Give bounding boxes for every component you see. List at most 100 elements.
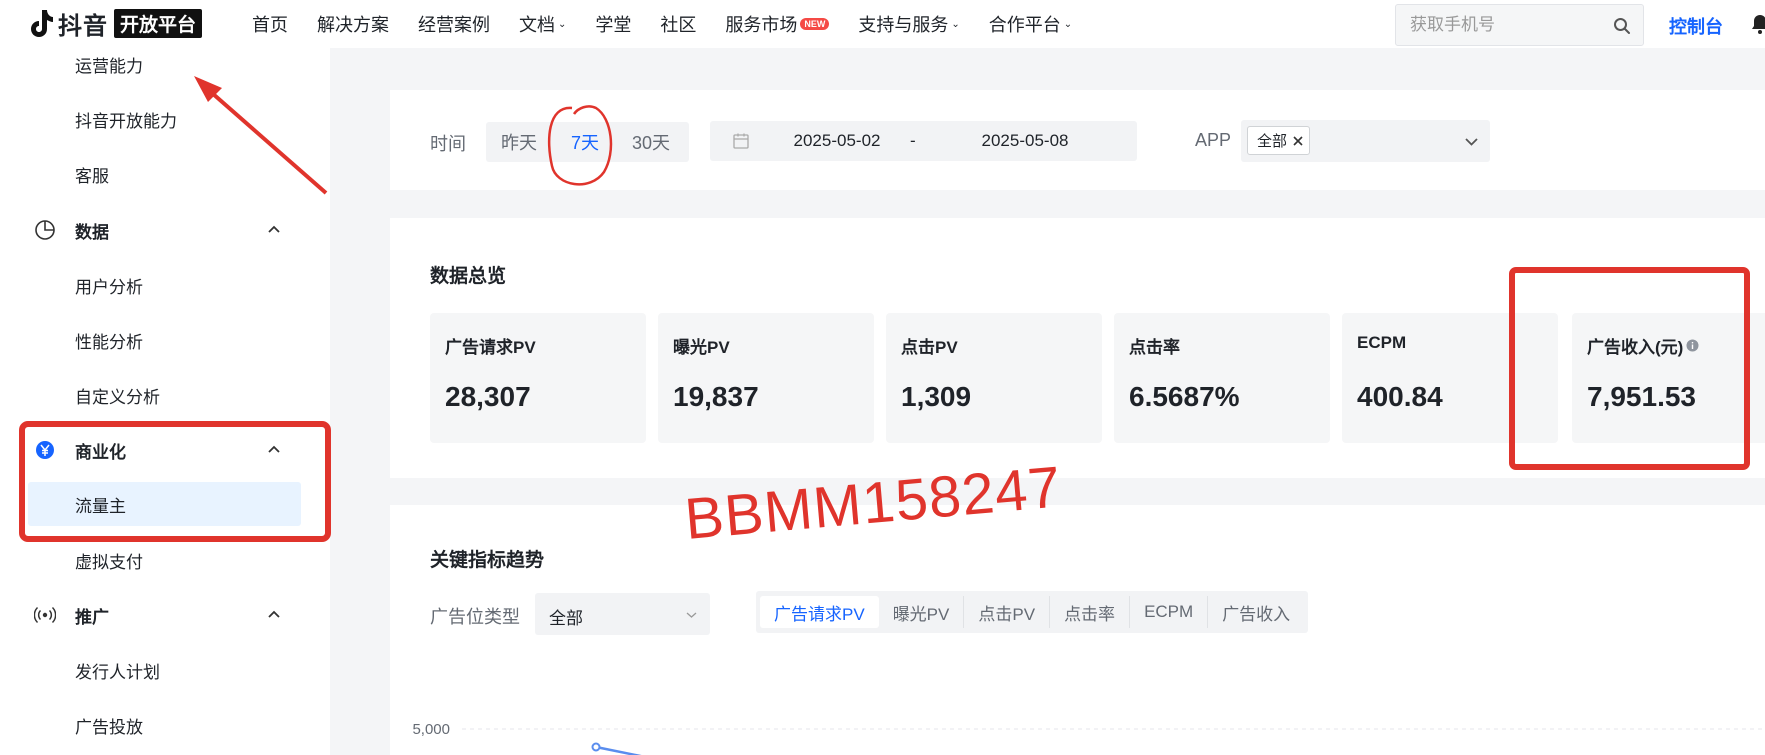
- nav-market[interactable]: 服务市场 NEW: [725, 11, 830, 37]
- metric-value: 1,309: [901, 381, 972, 412]
- sidebar-group-monetization[interactable]: 商业化: [0, 428, 330, 472]
- nav-label: 首页: [252, 15, 288, 35]
- sidebar-item-label: 性能分析: [75, 332, 143, 352]
- sidebar-item-operation[interactable]: 运营能力: [0, 48, 330, 86]
- date-range-picker[interactable]: 2025-05-02 - 2025-05-08: [710, 121, 1137, 161]
- metric-label-text: 点击率: [1129, 338, 1180, 357]
- tab-impressions[interactable]: 曝光PV: [879, 596, 965, 628]
- sidebar-item-label: 用户分析: [75, 277, 143, 297]
- nav-support[interactable]: 支持与服务 ⌄: [858, 11, 959, 37]
- sidebar-item-publisher-plan[interactable]: 发行人计划: [0, 648, 330, 692]
- time-segment: 昨天 7天 30天: [486, 122, 689, 162]
- date-separator: -: [910, 131, 916, 150]
- time-label: 时间: [430, 134, 466, 154]
- info-icon[interactable]: [1686, 339, 1699, 352]
- sidebar-item-custom-analysis[interactable]: 自定义分析: [0, 373, 330, 417]
- sidebar-group-label: 商业化: [75, 442, 126, 462]
- metric-label-text: ECPM: [1357, 333, 1407, 352]
- sidebar-group-label: 推广: [75, 607, 109, 627]
- tab-clicks[interactable]: 点击PV: [964, 596, 1051, 628]
- metric-card-ctr: 点击率 6.5687%: [1114, 313, 1330, 443]
- sidebar-item-traffic-owner[interactable]: 流量主: [28, 482, 301, 526]
- broadcast-icon: [34, 606, 56, 624]
- tab-ctr[interactable]: 点击率: [1050, 596, 1131, 628]
- position-type-select[interactable]: 全部: [535, 593, 710, 635]
- time-option-30d[interactable]: 30天: [618, 129, 684, 155]
- logo-text: 抖音: [58, 12, 108, 40]
- nav-docs[interactable]: 文档 ⌄: [519, 11, 566, 37]
- metric-value: 400.84: [1357, 381, 1443, 412]
- sidebar-item-label: 自定义分析: [75, 387, 160, 407]
- time-option-yesterday[interactable]: 昨天: [486, 129, 552, 155]
- nav-solutions[interactable]: 解决方案: [317, 11, 389, 37]
- search-icon[interactable]: [1613, 17, 1631, 35]
- metric-label: 广告收入(元): [1587, 333, 1699, 358]
- metric-value: 19,837: [673, 381, 759, 412]
- sidebar-item-customer-service[interactable]: 客服: [0, 152, 330, 196]
- douyin-logo[interactable]: 抖音 开放平台: [26, 8, 203, 40]
- app-label: APP: [1195, 130, 1232, 150]
- metric-card-impressions: 曝光PV 19,837: [658, 313, 874, 443]
- search-box: [1395, 4, 1644, 46]
- nav-cases[interactable]: 经营案例: [418, 11, 490, 37]
- chevron-down-icon: [1465, 138, 1478, 146]
- chevron-down-icon: [686, 612, 697, 618]
- position-type-value: 全部: [549, 609, 583, 628]
- chevron-up-icon: [268, 610, 280, 618]
- time-option-7d[interactable]: 7天: [552, 129, 618, 155]
- sidebar-item-label: 抖音开放能力: [75, 111, 177, 131]
- nav-academy[interactable]: 学堂: [595, 11, 631, 37]
- position-type-label: 广告位类型: [430, 607, 520, 627]
- overview-card: 数据总览 广告请求PV 28,307 曝光PV 19,837 点击PV 1,30…: [390, 218, 1765, 478]
- metric-label: ECPM: [1357, 333, 1406, 353]
- sidebar-item-label: 虚拟支付: [75, 552, 143, 572]
- sidebar-group-label: 数据: [75, 222, 109, 242]
- app-tag: 全部: [1247, 126, 1311, 155]
- calendar-icon: [733, 133, 749, 149]
- nav-home[interactable]: 首页: [252, 11, 288, 37]
- tab-ad-revenue[interactable]: 广告收入: [1208, 596, 1304, 628]
- search-input[interactable]: [1410, 5, 1610, 45]
- nav-label: 合作平台: [988, 15, 1061, 35]
- nav-community[interactable]: 社区: [660, 11, 696, 37]
- metric-card-clicks: 点击PV 1,309: [886, 313, 1102, 443]
- metric-tabs: 广告请求PV 曝光PV 点击PV 点击率 ECPM 广告收入: [756, 591, 1309, 633]
- sidebar-item-user-analysis[interactable]: 用户分析: [0, 263, 330, 307]
- chevron-down-icon: ⌄: [1063, 18, 1073, 30]
- date-start[interactable]: 2025-05-02: [777, 131, 897, 151]
- sidebar-item-label: 广告投放: [75, 717, 143, 737]
- filter-card: 时间 昨天 7天 30天 2025-05-02 - 2025-05-08 APP…: [390, 90, 1765, 190]
- overview-title: 数据总览: [430, 266, 507, 287]
- metric-card-ad-revenue: 广告收入(元) 7,951.53: [1572, 313, 1765, 443]
- sidebar-group-data[interactable]: 数据: [0, 208, 330, 252]
- sidebar-item-virtual-pay[interactable]: 虚拟支付: [0, 538, 330, 582]
- nav-label: 服务市场: [725, 15, 798, 35]
- chevron-up-icon: [268, 225, 280, 233]
- trend-chart: 5,000: [412, 721, 1765, 755]
- sidebar-item-label: 流量主: [75, 496, 126, 516]
- metric-label: 广告请求PV: [445, 333, 536, 358]
- app-tag-label: 全部: [1257, 133, 1288, 150]
- sidebar-item-douyin-capability[interactable]: 抖音开放能力: [0, 97, 330, 141]
- sidebar-group-promotion[interactable]: 推广: [0, 593, 330, 637]
- close-icon[interactable]: [1292, 135, 1304, 147]
- app-select[interactable]: 全部: [1241, 120, 1490, 162]
- douyin-note-icon: [31, 10, 53, 37]
- nav-label: 解决方案: [317, 15, 389, 35]
- bell-icon[interactable]: [1752, 14, 1765, 34]
- tab-ad-requests[interactable]: 广告请求PV: [760, 596, 879, 628]
- tab-ecpm[interactable]: ECPM: [1130, 596, 1209, 628]
- nav-label: 文档: [519, 15, 555, 35]
- sidebar: 运营能力 抖音开放能力 客服 数据 用户分析 性能分析 自定义分析 商业化 流量…: [0, 48, 330, 755]
- metric-label-text: 广告收入(元): [1587, 338, 1684, 357]
- nav-label: 社区: [660, 15, 697, 35]
- yuan-icon: [36, 441, 54, 459]
- date-end[interactable]: 2025-05-08: [965, 131, 1085, 151]
- sidebar-item-performance[interactable]: 性能分析: [0, 318, 330, 362]
- chevron-down-icon: ⌄: [558, 18, 567, 30]
- console-link[interactable]: 控制台: [1669, 13, 1723, 39]
- nav-partners[interactable]: 合作平台 ⌄: [989, 11, 1072, 37]
- metric-value: 7,951.53: [1587, 381, 1696, 412]
- sidebar-item-ad-placement[interactable]: 广告投放: [0, 703, 330, 747]
- pie-chart-icon: [35, 220, 55, 240]
